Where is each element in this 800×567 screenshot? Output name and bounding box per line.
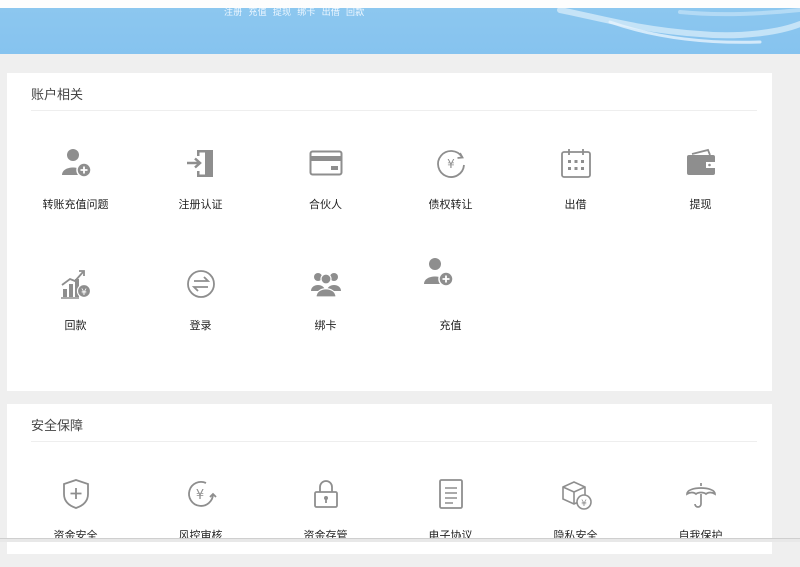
box-yuan-icon: ¥ (559, 477, 593, 511)
help-item-repayment[interactable]: ¥ 回款 (13, 267, 138, 357)
help-item-register-verify[interactable]: 注册认证 (138, 146, 263, 236)
exchange-arrows-icon (184, 267, 218, 301)
help-item-label: 绑卡 (314, 319, 337, 332)
svg-text:¥: ¥ (581, 499, 587, 509)
help-item-recharge[interactable]: 充值 (388, 258, 513, 357)
security-item-privacy[interactable]: ¥ 隐私安全 (513, 477, 638, 567)
banner-link-bindcard[interactable]: 绑卡 (297, 8, 315, 18)
padlock-icon (309, 477, 343, 511)
wallet-icon (684, 146, 718, 180)
sign-in-door-icon (184, 146, 218, 180)
help-item-label: 提现 (689, 198, 712, 211)
help-item-bind-card[interactable]: 绑卡 (263, 267, 388, 357)
security-section-title: 安全保障 (31, 419, 84, 434)
help-item-label: 转账充值问题 (42, 198, 109, 211)
help-item-transfer-recharge[interactable]: 转账充值问题 (13, 146, 138, 236)
user-add-icon (59, 146, 93, 180)
svg-text:¥: ¥ (195, 488, 203, 503)
security-section: 安全保障 资金安全 ¥ 风控审核 资金存管 电子协议 ¥ 隐私安全 自我保护 (7, 404, 772, 554)
banner-link-repayment[interactable]: 回款 (346, 8, 364, 18)
banner-link-recharge[interactable]: 充值 (248, 8, 266, 18)
help-item-login[interactable]: 登录 (138, 267, 263, 357)
banner-links: 注册 充值 提现 绑卡 出借 回款 (224, 8, 370, 18)
account-section-header: 账户相关 (31, 73, 757, 111)
user-group-icon (309, 267, 343, 301)
security-item-fund-custody[interactable]: 资金存管 (263, 477, 388, 567)
bank-card-icon (309, 146, 343, 180)
help-item-label: 登录 (189, 319, 212, 332)
help-item-debt-transfer[interactable]: ¥ 债权转让 (388, 146, 513, 236)
yuan-cycle-icon: ¥ (434, 146, 468, 180)
help-item-label: 出借 (564, 198, 587, 211)
help-item-label: 合伙人 (309, 198, 342, 211)
help-item-withdraw[interactable]: 提现 (638, 146, 763, 236)
growth-chart-yuan-icon: ¥ (59, 267, 93, 301)
shield-plus-icon (59, 477, 93, 511)
calendar-icon (559, 146, 593, 180)
help-item-lend[interactable]: 出借 (513, 146, 638, 236)
security-item-self-protection[interactable]: 自我保护 (638, 477, 763, 567)
help-item-label: 注册认证 (178, 198, 223, 211)
security-item-fund-safety[interactable]: 资金安全 (13, 477, 138, 567)
account-section-title: 账户相关 (31, 88, 84, 103)
user-add-icon (421, 255, 455, 289)
help-item-partner[interactable]: 合伙人 (263, 146, 388, 236)
document-icon (434, 477, 468, 511)
help-item-label: 充值 (439, 319, 462, 332)
yuan-refresh-icon: ¥ (184, 477, 218, 511)
banner-link-register[interactable]: 注册 (224, 8, 242, 18)
security-item-risk-review[interactable]: ¥ 风控审核 (138, 477, 263, 567)
account-section: 账户相关 转账充值问题 注册认证 合伙人 ¥ 债权转让 出借 提现 ¥ 回款 登… (7, 73, 772, 391)
svg-text:¥: ¥ (81, 288, 87, 298)
help-item-label: 债权转让 (428, 198, 473, 211)
umbrella-icon (684, 477, 718, 511)
security-item-e-contract[interactable]: 电子协议 (388, 477, 513, 567)
security-section-header: 安全保障 (31, 404, 757, 442)
banner-link-lend[interactable]: 出借 (322, 8, 340, 18)
hero-banner: 注册 充值 提现 绑卡 出借 回款 (0, 8, 800, 54)
bottom-edge (0, 538, 800, 542)
cloud-streak-decoration (557, 8, 800, 44)
help-item-label: 回款 (64, 319, 87, 332)
svg-text:¥: ¥ (447, 157, 455, 171)
banner-link-withdraw[interactable]: 提现 (273, 8, 291, 18)
